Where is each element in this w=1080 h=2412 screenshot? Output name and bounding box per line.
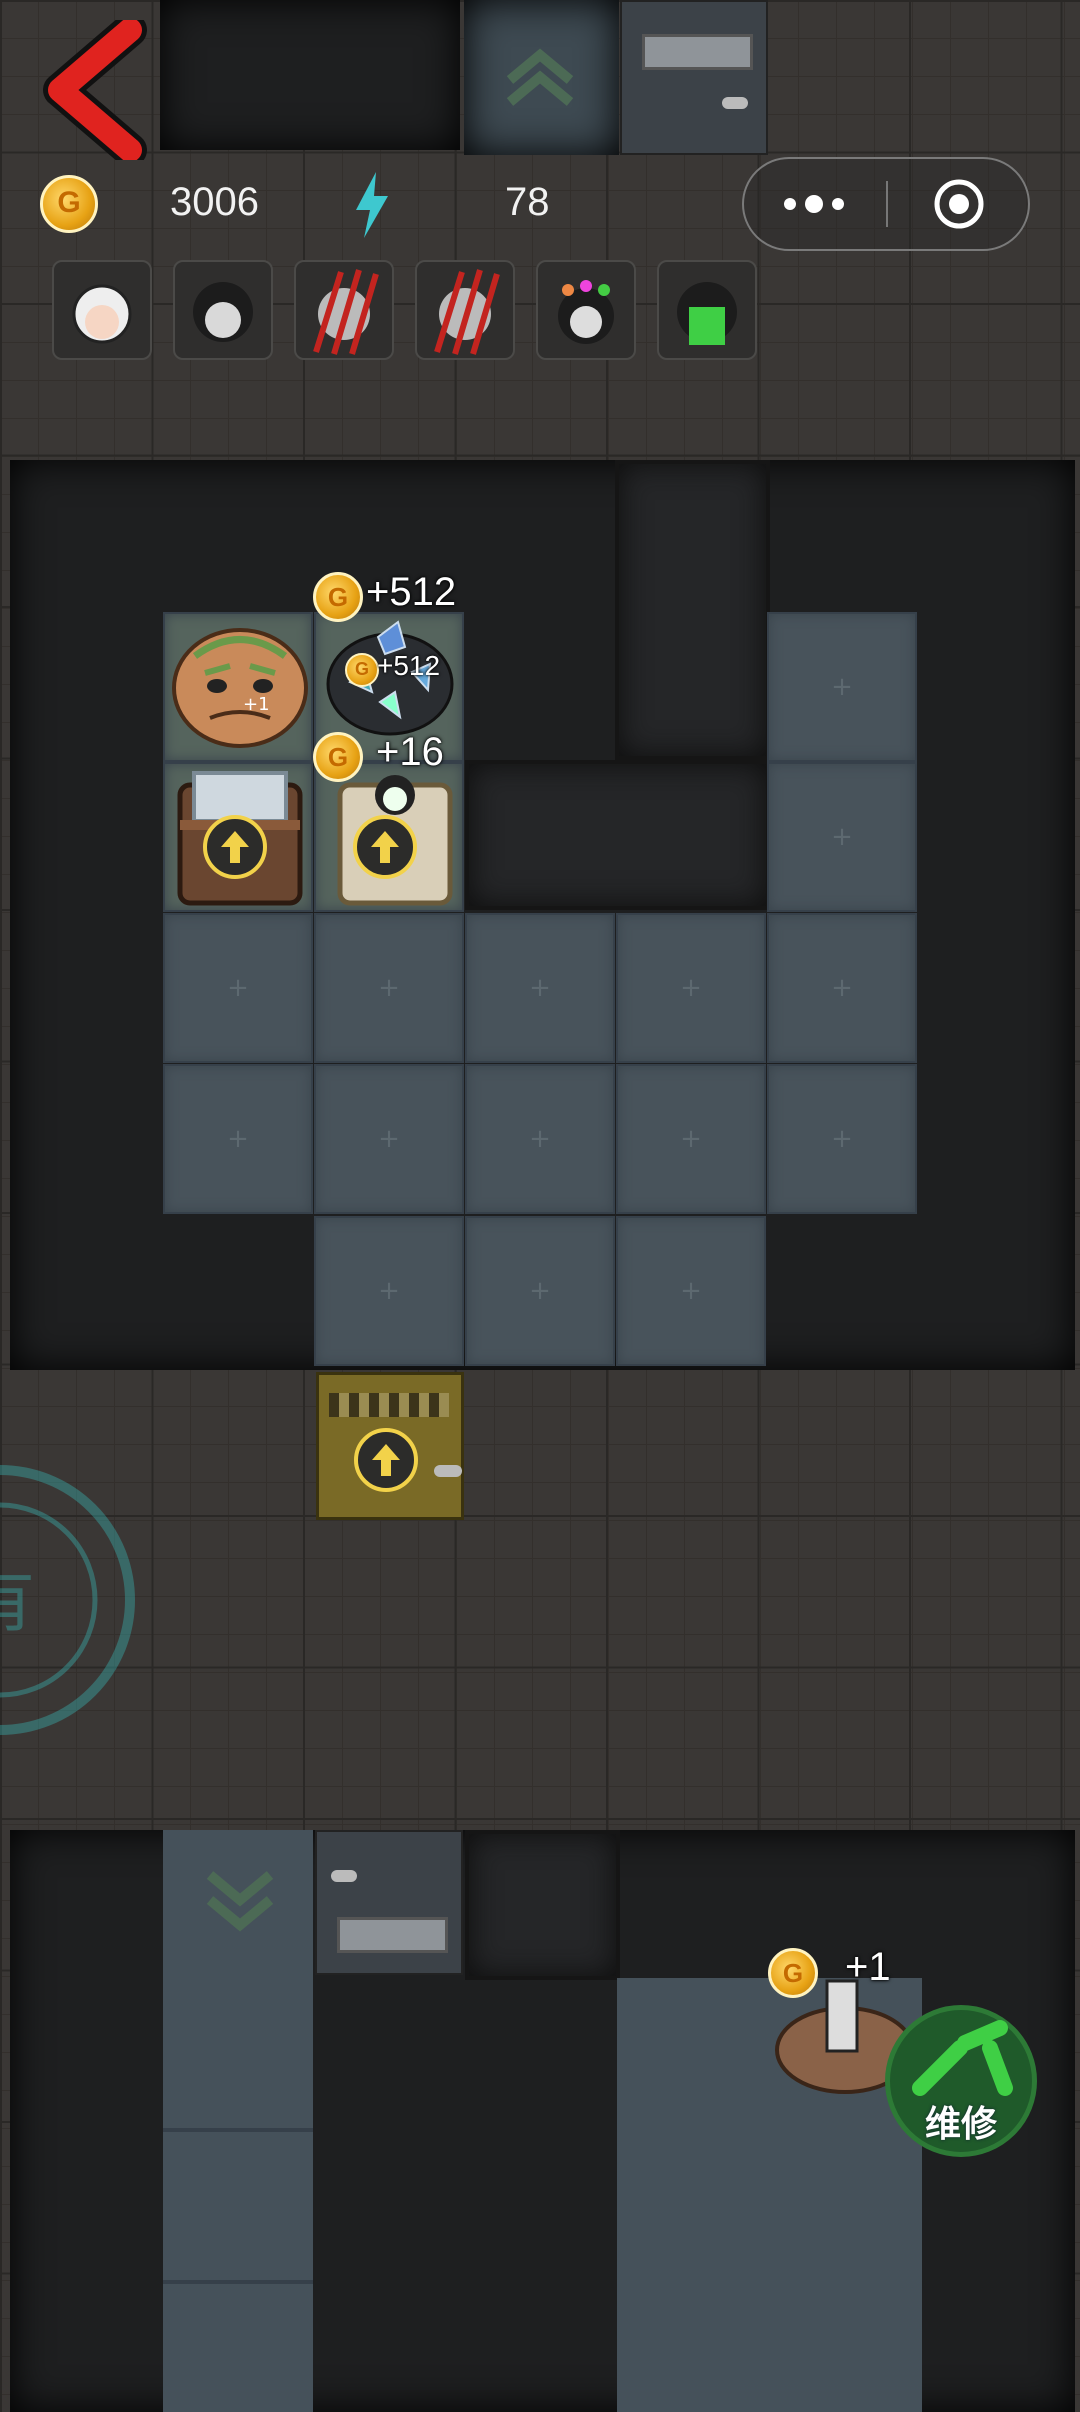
plus-icon: +	[831, 672, 853, 702]
close-program-button[interactable]	[888, 159, 1030, 249]
plus-icon: +	[529, 973, 551, 1003]
ore-big-gain: +512	[366, 570, 457, 614]
lower-wall-segment	[465, 1830, 620, 1980]
wall-segment-a	[615, 460, 770, 760]
empty-tile[interactable]: +	[314, 913, 464, 1063]
avatar-dark-hair-girl[interactable]	[173, 260, 273, 360]
back-arrow-icon[interactable]	[40, 20, 150, 160]
coin-count: 3006	[170, 180, 259, 224]
bottom-right-gain: +1	[845, 1945, 891, 1989]
upgrade-arrow-icon[interactable]	[203, 815, 267, 879]
empty-tile[interactable]: +	[465, 1064, 615, 1214]
plus-icon: +	[227, 973, 249, 1003]
plus-icon: +	[680, 1124, 702, 1154]
energy-count: 78	[505, 180, 550, 224]
bed-gain: +16	[376, 730, 444, 774]
door-top[interactable]	[620, 0, 768, 155]
top-wall-left	[160, 0, 460, 150]
svg-text:+1: +1	[243, 694, 270, 715]
plus-icon: +	[680, 1276, 702, 1306]
avatar-slashed-1[interactable]	[294, 260, 394, 360]
lower-corridor-tiles	[163, 1980, 313, 2412]
empty-tile[interactable]: +	[616, 913, 766, 1063]
empty-tile[interactable]: +	[163, 913, 313, 1063]
empty-tile[interactable]: +	[767, 762, 917, 912]
upgrade-arrow-icon-door[interactable]	[354, 1428, 418, 1492]
empty-tile[interactable]: +	[314, 1064, 464, 1214]
plus-icon: +	[529, 1276, 551, 1306]
upgrade-arrow-icon-2[interactable]	[353, 815, 417, 879]
avatar-slashed-2[interactable]	[415, 260, 515, 360]
energy-bolt-icon	[356, 172, 388, 238]
empty-tile[interactable]: +	[616, 1216, 766, 1366]
more-dots-icon	[784, 195, 844, 213]
chevron-down-icon	[206, 1871, 274, 1932]
wrench-icon	[912, 2020, 1013, 2096]
empty-tile[interactable]: +	[465, 913, 615, 1063]
plus-icon: +	[378, 973, 400, 1003]
plus-icon: +	[378, 1276, 400, 1306]
chevron-up-icon	[506, 48, 574, 106]
coin-icon-bed: G	[313, 732, 363, 782]
avatar-green-slime-girl[interactable]	[657, 260, 757, 360]
empty-tile[interactable]: +	[465, 1216, 615, 1366]
avatar-white-hair-girl[interactable]	[52, 260, 152, 360]
door-bottom[interactable]	[315, 1830, 463, 1975]
plus-icon: +	[831, 1124, 853, 1154]
plus-icon: +	[529, 1124, 551, 1154]
gold-coin-icon: G	[40, 175, 98, 233]
ore-small-gain: +512	[377, 650, 441, 681]
repair-button[interactable]: 维修	[885, 2005, 1037, 2157]
avatar-flower-crown-girl[interactable]	[536, 260, 636, 360]
target-close-icon	[934, 179, 984, 229]
mini-program-capsule	[742, 157, 1030, 251]
empty-tile[interactable]: +	[767, 612, 917, 762]
plus-icon: +	[831, 822, 853, 852]
wall-segment-b	[465, 760, 770, 910]
empty-tile[interactable]: +	[314, 1216, 464, 1366]
empty-tile[interactable]: +	[616, 1064, 766, 1214]
plus-icon: +	[680, 973, 702, 1003]
empty-tile[interactable]: +	[163, 1064, 313, 1214]
empty-tile[interactable]: +	[767, 913, 917, 1063]
coin-icon: G	[345, 653, 379, 687]
coin-icon-bottom: G	[768, 1948, 818, 1998]
plus-icon: +	[831, 973, 853, 1003]
seal-watermark: 有	[0, 1465, 135, 1735]
plus-icon: +	[227, 1124, 249, 1154]
svg-text:有: 有	[0, 1560, 35, 1642]
more-menu-button[interactable]	[744, 159, 886, 249]
plus-icon: +	[378, 1124, 400, 1154]
coin-icon-ore: G	[313, 572, 363, 622]
empty-tile[interactable]: +	[767, 1064, 917, 1214]
repair-label: 维修	[924, 2104, 997, 2145]
toad-monster-icon[interactable]: +1	[165, 618, 315, 758]
